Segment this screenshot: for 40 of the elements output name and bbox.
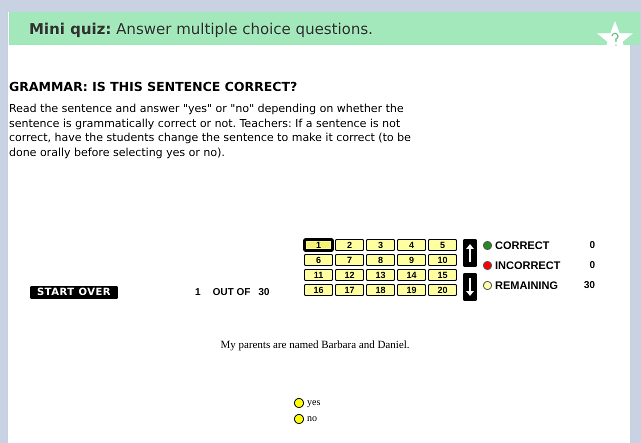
question-number-button[interactable]: 3 bbox=[366, 239, 395, 251]
question-number-button[interactable]: 1 bbox=[304, 239, 333, 251]
question-number-button[interactable]: 15 bbox=[428, 269, 457, 281]
current-question-number: 1 bbox=[195, 287, 201, 298]
question-number-button[interactable]: 19 bbox=[397, 284, 426, 296]
question-number-button[interactable]: 7 bbox=[335, 254, 364, 266]
total-questions: 30 bbox=[258, 287, 270, 298]
question-heading: GRAMMAR: IS THIS SENTENCE CORRECT? bbox=[9, 79, 298, 94]
question-number-button[interactable]: 12 bbox=[335, 269, 364, 281]
instructions-text: Read the sentence and answer "yes" or "no" depending on whether the sentence is grammatically correct or not. Teachers: If a sentence is not correct, have the students change the sentence to make it correct (to be done orally before selecting yes or no). bbox=[9, 102, 412, 160]
score-label: REMAINING bbox=[495, 280, 559, 292]
question-number-button[interactable]: 4 bbox=[397, 239, 426, 251]
question-number-button[interactable]: 20 bbox=[428, 284, 457, 296]
out-of-label: OUT OF bbox=[212, 287, 250, 298]
start-over-button[interactable]: START OVER bbox=[30, 286, 118, 299]
question-number-button[interactable]: 11 bbox=[304, 269, 333, 281]
question-number-button[interactable]: 13 bbox=[366, 269, 395, 281]
question-number-button[interactable]: 8 bbox=[366, 254, 395, 266]
down-arrow-button[interactable] bbox=[463, 273, 477, 301]
score-label: CORRECT bbox=[495, 240, 550, 252]
score-label: INCORRECT bbox=[495, 260, 562, 272]
score-value: 0 bbox=[588, 260, 595, 271]
question-number-button[interactable]: 16 bbox=[304, 284, 333, 296]
answer-label[interactable]: yes bbox=[307, 397, 320, 408]
answer-radio[interactable] bbox=[294, 414, 304, 424]
question-number-button[interactable]: 5 bbox=[428, 239, 457, 251]
question-number-button[interactable]: 10 bbox=[428, 254, 457, 266]
answer-radio[interactable] bbox=[294, 398, 304, 408]
question-number-button[interactable]: 17 bbox=[335, 284, 364, 296]
up-arrow-button[interactable] bbox=[463, 239, 477, 267]
question-number-button[interactable]: 18 bbox=[366, 284, 395, 296]
answer-label[interactable]: no bbox=[307, 413, 317, 424]
quiz-sentence: My parents are named Barbara and Daniel. bbox=[219, 339, 411, 351]
question-number-button[interactable]: 2 bbox=[335, 239, 364, 251]
score-value: 30 bbox=[582, 280, 595, 291]
question-number-button[interactable]: 6 bbox=[304, 254, 333, 266]
banner-title: Mini quiz: Answer multiple choice questions. bbox=[29, 20, 373, 38]
score-value: 0 bbox=[588, 240, 595, 251]
question-number-button[interactable]: 9 bbox=[397, 254, 426, 266]
question-number-button[interactable]: 14 bbox=[397, 269, 426, 281]
